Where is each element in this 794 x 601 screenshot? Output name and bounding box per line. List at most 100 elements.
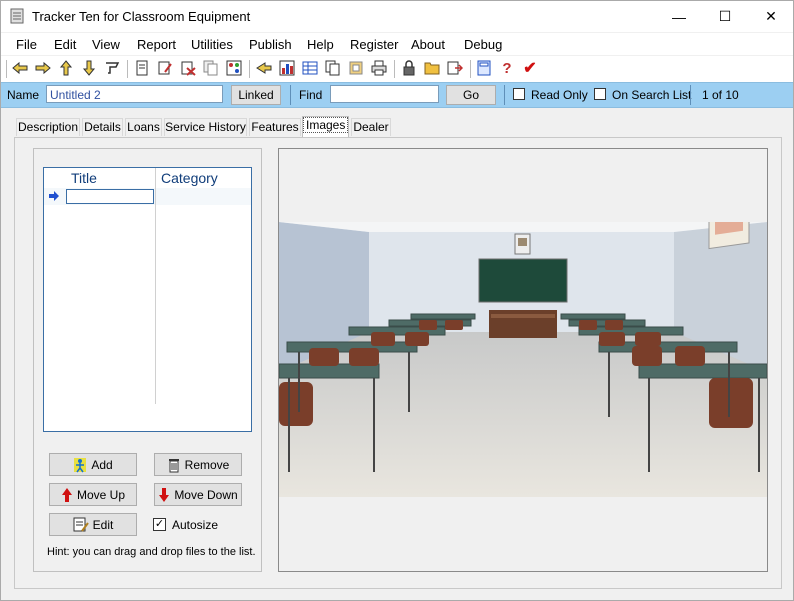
tab-label: Loans [127,120,160,134]
previous-record-icon[interactable] [34,59,52,77]
move-up-button[interactable]: Move Up [49,483,137,506]
calculator-icon[interactable] [475,59,493,77]
check-icon[interactable]: ✔ [521,59,539,77]
name-bar-separator [690,85,691,105]
remove-button[interactable]: Remove [154,453,242,476]
name-label: Name [7,88,40,102]
stamp-icon[interactable] [347,59,365,77]
read-only-checkbox[interactable] [513,88,525,100]
add-button[interactable]: Add [49,453,137,476]
toolbar-separator [394,60,395,78]
arrow-down-icon [159,487,170,502]
minimize-button[interactable]: — [656,1,702,32]
toolbar: ? ✔ [1,56,793,82]
grid-header: Title Category [44,168,251,188]
export-icon[interactable] [446,59,464,77]
column-header-title[interactable]: Title [71,170,97,186]
first-record-icon[interactable] [11,59,29,77]
autosize-label: Autosize [172,518,219,532]
chart-icon[interactable] [278,59,296,77]
move-down-button[interactable]: Move Down [154,483,242,506]
image-list-grid[interactable]: Title Category [43,167,252,432]
menu-debug[interactable]: Debug [464,37,502,52]
help-icon[interactable]: ? [498,59,516,77]
edit-button-label: Edit [92,517,114,532]
tab-label: Service History [165,120,246,134]
menu-help[interactable]: Help [307,37,334,52]
menu-edit[interactable]: Edit [54,37,76,52]
next-record-icon[interactable] [57,59,75,77]
find-input[interactable] [330,85,439,103]
record-position: 1 of 10 [702,88,739,102]
read-only-label: Read Only [531,88,588,102]
open-folder-icon[interactable] [423,59,441,77]
lock-icon[interactable] [400,59,418,77]
name-bar: Name Untitled 2 Linked Find Go Read Only… [1,82,793,108]
window-title: Tracker Ten for Classroom Equipment [32,9,251,24]
classroom-photo-image [279,222,767,497]
menu-view[interactable]: View [92,37,120,52]
app-icon [10,8,24,24]
menu-file[interactable]: File [16,37,37,52]
tab-label: Details [84,120,121,134]
row-pointer-icon [49,191,59,201]
column-header-category[interactable]: Category [161,170,218,186]
filter-icon[interactable] [103,59,121,77]
tab-dealer[interactable]: Dealer [351,118,391,136]
arrow-up-icon [61,487,72,502]
menu-about[interactable]: About [411,37,445,52]
tab-loans[interactable]: Loans [125,118,162,136]
menu-register[interactable]: Register [350,37,398,52]
edit-document-icon [73,517,89,532]
toolbar-separator [470,60,471,78]
on-search-list-label: On Search List [612,88,692,102]
copy-record-icon[interactable] [202,59,220,77]
edit-record-icon[interactable] [156,59,174,77]
tab-label: Description [17,120,79,134]
print-icon[interactable] [370,59,388,77]
tab-service-history[interactable]: Service History [164,118,247,136]
edit-button[interactable]: Edit [49,513,137,536]
tab-description[interactable]: Description [16,118,80,136]
trash-icon [168,458,179,472]
add-icon [74,457,87,472]
name-bar-separator [504,85,505,105]
title-bar: Tracker Ten for Classroom Equipment — ☐ … [1,1,793,32]
menu-bar: File Edit View Report Utilities Publish … [1,33,793,55]
find-label: Find [299,88,323,102]
linked-button[interactable]: Linked [231,85,281,105]
menu-utilities[interactable]: Utilities [191,37,233,52]
image-preview [279,222,767,497]
move-down-button-label: Move Down [174,487,238,502]
menu-publish[interactable]: Publish [249,37,292,52]
random-icon[interactable] [225,59,243,77]
tab-features[interactable]: Features [249,118,301,136]
toolbar-separator [127,60,128,78]
go-button[interactable]: Go [446,85,496,105]
tab-details[interactable]: Details [82,118,123,136]
pages-icon[interactable] [324,59,342,77]
toolbar-separator [249,60,250,78]
tab-label: Images [303,117,349,133]
tab-images[interactable]: Images [302,116,349,137]
remove-button-label: Remove [184,457,230,472]
menu-report[interactable]: Report [137,37,176,52]
hint-text: Hint: you can drag and drop files to the… [47,546,256,558]
new-record-icon[interactable] [133,59,151,77]
title-cell-editor[interactable] [66,189,154,204]
on-search-list-checkbox[interactable] [594,88,606,100]
toolbar-separator [6,60,7,78]
add-button-label: Add [91,457,113,472]
goto-icon[interactable] [255,59,273,77]
name-input[interactable]: Untitled 2 [46,85,223,103]
tab-label: Features [251,120,299,134]
tab-label: Dealer [353,120,389,134]
close-button[interactable]: ✕ [748,1,794,32]
autosize-checkbox[interactable]: ✓ [153,518,166,531]
last-record-icon[interactable] [80,59,98,77]
move-up-button-label: Move Up [76,487,126,502]
delete-record-icon[interactable] [179,59,197,77]
name-bar-separator [290,85,291,105]
maximize-button[interactable]: ☐ [702,1,748,32]
table-icon[interactable] [301,59,319,77]
